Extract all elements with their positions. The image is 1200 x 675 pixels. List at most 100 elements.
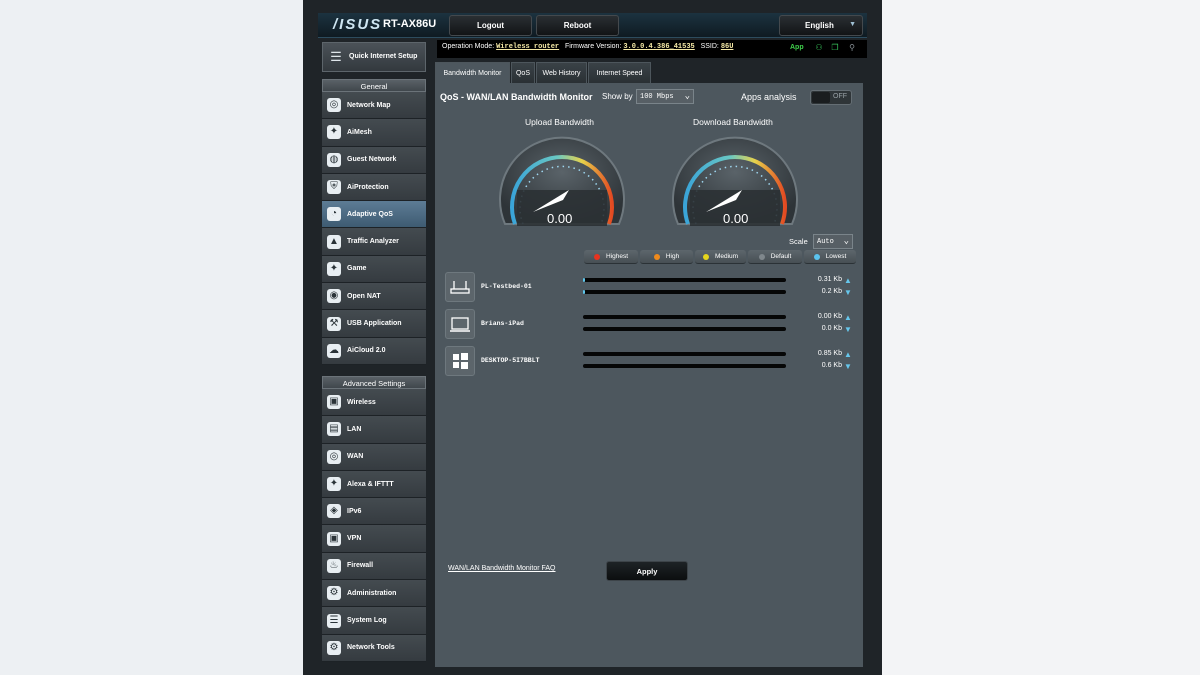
scale-value: Auto [817, 237, 834, 246]
legend-dot [758, 253, 765, 260]
legend-label: Lowest [825, 253, 847, 260]
copy-devices-icon[interactable]: ❐ [830, 43, 840, 53]
sidebar-item-label: LAN [347, 425, 362, 433]
alexa-icon: ✦ [327, 477, 341, 492]
general-nav: ◎ Network Map ✦ AiMesh ◍ Guest Network ⛨ AiProt… [322, 92, 426, 365]
wireless-icon: ▣ [327, 395, 341, 410]
ipv6-icon: ◈ [327, 504, 341, 519]
sidebar-item-administration[interactable]: ⚙ Administration [322, 580, 426, 608]
router-model: RT-AX86U [383, 18, 437, 30]
windows-icon[interactable] [445, 346, 475, 376]
sidebar-item-adaptive-qos[interactable]: ◔ Adaptive QoS [322, 201, 426, 229]
sidebar-item-wan[interactable]: ◎ WAN [322, 443, 426, 471]
upload-bar [583, 315, 786, 319]
traffic-analyzer-icon: ▲ [327, 234, 341, 249]
aimesh-icon: ✦ [327, 125, 341, 140]
status-info: Operation Mode: Wireless router Firmware… [442, 43, 733, 51]
lan-icon: ▤ [327, 422, 341, 437]
sidebar-item-system-log[interactable]: ☰ System Log [322, 607, 426, 635]
sidebar-item-label: Game [347, 265, 367, 273]
upload-gauge-title: Upload Bandwidth [525, 117, 594, 127]
download-bar [583, 327, 786, 331]
sidebar-item-label: Network Map [347, 101, 391, 109]
apps-analysis-toggle[interactable]: OFF [810, 90, 852, 105]
scale-label: Scale [789, 237, 808, 246]
scale-select[interactable]: Auto ⌄ [813, 234, 853, 249]
tab-qos[interactable]: QoS [511, 62, 535, 83]
sidebar-item-label: AiProtection [347, 183, 389, 191]
network-map-icon: ◎ [327, 98, 341, 113]
legend-default: Default [748, 250, 802, 264]
sidebar-item-network-map[interactable]: ◎ Network Map [322, 92, 426, 120]
tab-web-history[interactable]: Web History [536, 62, 587, 83]
upload-value: 0.00 [547, 211, 573, 226]
download-rate: 0.0 Kb [821, 325, 842, 332]
sidebar-item-aimesh[interactable]: ✦ AiMesh [322, 119, 426, 147]
legend-highest: Highest [584, 250, 638, 264]
quick-internet-setup[interactable]: ☰ Quick Internet Setup [322, 42, 426, 72]
sidebar-item-aiprotection[interactable]: ⛨ AiProtection [322, 173, 426, 202]
general-section-header: General [322, 79, 426, 92]
device-name: DESKTOP-5I7BBLT [481, 357, 540, 364]
sidebar-item-label: AiCloud 2.0 [347, 347, 386, 355]
reboot-button[interactable]: Reboot [536, 15, 619, 36]
language-select[interactable]: English ▼ [779, 15, 863, 36]
legend-label: Default [770, 253, 792, 260]
tab-internet-speed[interactable]: Internet Speed [588, 62, 651, 83]
upload-rate: 0.85 Kb [817, 350, 842, 357]
sidebar-item-label: IPv6 [347, 507, 362, 515]
show-by-value: 100 Mbps [640, 92, 674, 101]
sidebar-item-lan[interactable]: ▤ LAN [322, 416, 426, 444]
firmware-link[interactable]: 3.0.0.4.386_41535 [623, 43, 694, 51]
show-by-select[interactable]: 100 Mbps ⌄ [636, 89, 694, 104]
sidebar-item-game[interactable]: ✦ Game [322, 255, 426, 284]
network-tools-icon: ⚙ [327, 640, 341, 655]
ssid-link[interactable]: 86U [721, 43, 734, 51]
sidebar-item-firewall[interactable]: ♨ Firewall [322, 552, 426, 581]
sidebar-item-guest-network[interactable]: ◍ Guest Network [322, 146, 426, 174]
sidebar-item-usb-application[interactable]: ⚒ USB Application [322, 310, 426, 338]
firmware-label: Firmware Version: [564, 43, 622, 50]
sidebar-item-label: Network Tools [347, 644, 395, 652]
sidebar-item-traffic-analyzer[interactable]: ▲ Traffic Analyzer [322, 228, 426, 256]
sidebar-item-wireless[interactable]: ▣ Wireless [322, 389, 426, 417]
app-link[interactable]: App [790, 44, 804, 51]
qos-gauge-icon: ◔ [327, 207, 341, 222]
arrow-down-icon: ▼ [844, 325, 852, 334]
upload-rate: 0.00 Kb [817, 313, 842, 320]
op-mode-label: Operation Mode: [442, 43, 495, 50]
sidebar-item-ipv6[interactable]: ◈ IPv6 [322, 498, 426, 526]
ssid-label: SSID: [700, 43, 719, 50]
sidebar-item-alexa-ifttt[interactable]: ✦ Alexa & IFTTT [322, 470, 426, 499]
faq-link[interactable]: WAN/LAN Bandwidth Monitor FAQ [448, 565, 556, 572]
sidebar-item-label: Guest Network [347, 156, 397, 164]
legend-dot [593, 253, 600, 260]
op-mode-link[interactable]: Wireless router [496, 43, 559, 51]
sidebar-item-open-nat[interactable]: ◉ Open NAT [322, 283, 426, 311]
sidebar-item-network-tools[interactable]: ⚙ Network Tools [322, 634, 426, 662]
toggle-knob [812, 92, 830, 103]
sidebar-item-label: Firewall [347, 562, 374, 570]
legend-lowest: Lowest [804, 250, 856, 264]
device-name: Brians-iPad [481, 320, 524, 327]
logout-button[interactable]: Logout [449, 15, 532, 36]
download-rate: 0.6 Kb [821, 362, 842, 369]
laptop-icon[interactable] [445, 309, 475, 339]
toggle-state: OFF [833, 93, 847, 100]
arrow-up-icon: ▲ [844, 350, 852, 359]
sidebar-item-aicloud-2-0[interactable]: ☁ AiCloud 2.0 [322, 337, 426, 365]
router-icon[interactable] [445, 272, 475, 302]
page-background-left [0, 0, 303, 675]
apply-button[interactable]: Apply [606, 561, 688, 581]
cloud-icon: ☁ [327, 343, 341, 358]
caret-down-icon: ▼ [849, 21, 856, 28]
sidebar-item-vpn[interactable]: ▣ VPN [322, 525, 426, 553]
usb-status-icon[interactable]: ⚲ [847, 43, 857, 53]
sidebar-item-label: System Log [347, 617, 387, 625]
legend-label: Medium [714, 253, 739, 260]
device-name: PL-Testbed-01 [481, 283, 532, 290]
page-background-right [882, 0, 1200, 675]
tab-bandwidth-monitor[interactable]: Bandwidth Monitor [435, 62, 510, 83]
legend-dot [813, 253, 820, 260]
users-icon[interactable]: ⚇ [814, 43, 824, 53]
